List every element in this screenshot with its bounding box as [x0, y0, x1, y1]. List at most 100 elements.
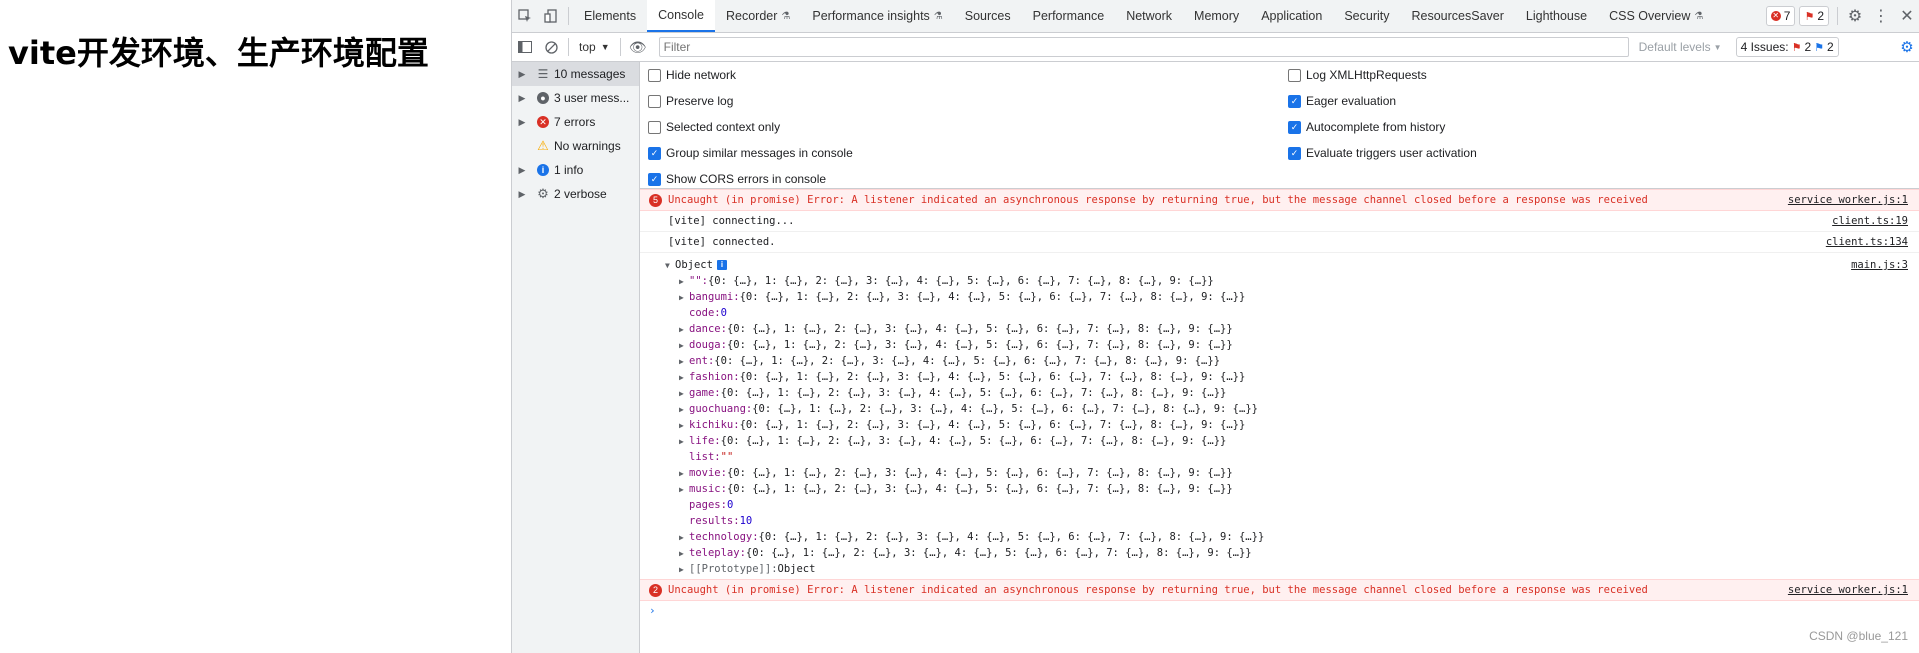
checkbox[interactable]: [1288, 68, 1301, 82]
object-property-row: code: 0: [640, 305, 1919, 321]
tab-performance[interactable]: Performance: [1022, 0, 1116, 32]
sidebar-item-info[interactable]: ▶ i 1 info: [512, 158, 639, 182]
console-prompt[interactable]: ›: [640, 601, 1919, 619]
collapsed-triangle-icon[interactable]: ▶: [679, 469, 689, 478]
live-expression-eye-icon[interactable]: 👁: [625, 31, 651, 63]
tab-recorder[interactable]: Recorder ⚗: [715, 0, 801, 32]
object-property-row[interactable]: ▶ game: {0: {…}, 1: {…}, 2: {…}, 3: {…}, …: [640, 385, 1919, 401]
tab-lighthouse[interactable]: Lighthouse: [1515, 0, 1598, 32]
setting-autocomplete-history[interactable]: ✓ Autocomplete from history: [1288, 120, 1445, 134]
checkbox[interactable]: [648, 120, 661, 134]
collapsed-triangle-icon[interactable]: ▶: [679, 437, 689, 446]
collapsed-triangle-icon[interactable]: ▶: [679, 293, 689, 302]
collapsed-triangle-icon[interactable]: ▶: [679, 357, 689, 366]
object-property-row[interactable]: ▶ dance: {0: {…}, 1: {…}, 2: {…}, 3: {…},…: [640, 321, 1919, 337]
setting-evaluate-triggers[interactable]: ✓ Evaluate triggers user activation: [1288, 146, 1477, 160]
setting-preserve-log[interactable]: Preserve log: [648, 94, 733, 108]
tab-performance-insights[interactable]: Performance insights ⚗: [801, 0, 953, 32]
collapsed-triangle-icon[interactable]: ▶: [679, 341, 689, 350]
checkbox-checked[interactable]: ✓: [1288, 94, 1301, 108]
clear-console-icon[interactable]: [538, 31, 564, 63]
source-link[interactable]: main.js:3: [1851, 259, 1908, 271]
close-icon[interactable]: ✕: [1894, 0, 1919, 32]
setting-eager-evaluation[interactable]: ✓ Eager evaluation: [1288, 94, 1396, 108]
checkbox-checked[interactable]: ✓: [1288, 120, 1301, 134]
sidebar-item-messages[interactable]: ▶ ☰ 10 messages: [512, 62, 639, 86]
checkbox-checked[interactable]: ✓: [648, 172, 661, 186]
page-heading: vite开发环境、生产环境配置: [8, 34, 429, 72]
tab-elements[interactable]: Elements: [573, 0, 647, 32]
object-property-row[interactable]: ▶ [[Prototype]]: Object: [640, 561, 1919, 577]
object-property-row[interactable]: ▶ guochuang: {0: {…}, 1: {…}, 2: {…}, 3: …: [640, 401, 1919, 417]
settings-gear-icon[interactable]: ⚙: [1842, 0, 1868, 32]
sidebar-toggle-icon[interactable]: [512, 31, 538, 63]
object-property-row[interactable]: ▶ teleplay: {0: {…}, 1: {…}, 2: {…}, 3: {…: [640, 545, 1919, 561]
collapsed-triangle-icon[interactable]: ▶: [679, 549, 689, 558]
source-link[interactable]: client.ts:19: [1832, 215, 1908, 227]
collapsed-triangle-icon[interactable]: ▶: [679, 325, 689, 334]
source-link[interactable]: service worker.js:1: [1788, 194, 1908, 206]
collapsed-triangle-icon[interactable]: ▶: [679, 373, 689, 382]
collapsed-triangle-icon[interactable]: ▶: [679, 389, 689, 398]
inspect-element-icon[interactable]: [512, 0, 538, 32]
device-toolbar-icon[interactable]: [538, 0, 564, 32]
issues-button[interactable]: 4 Issues: ⚑ 2 ⚑ 2: [1735, 37, 1839, 57]
context-selector[interactable]: top ▼: [573, 33, 616, 61]
tab-console[interactable]: Console: [647, 0, 715, 32]
tab-resourcessaver[interactable]: ResourcesSaver: [1401, 0, 1515, 32]
tab-application[interactable]: Application: [1250, 0, 1333, 32]
tab-css-overview[interactable]: CSS Overview ⚗: [1598, 0, 1714, 32]
object-property-row[interactable]: ▶ ent: {0: {…}, 1: {…}, 2: {…}, 3: {…}, 4…: [640, 353, 1919, 369]
setting-show-cors-errors[interactable]: ✓ Show CORS errors in console: [648, 172, 826, 186]
object-property-row[interactable]: ▶ bangumi: {0: {…}, 1: {…}, 2: {…}, 3: {……: [640, 289, 1919, 305]
collapsed-triangle-icon[interactable]: ▶: [679, 565, 689, 574]
more-options-icon[interactable]: ⋮: [1868, 0, 1894, 32]
setting-log-xmlhttprequests[interactable]: Log XMLHttpRequests: [1288, 68, 1427, 82]
checkbox-checked[interactable]: ✓: [648, 146, 661, 160]
sidebar-item-errors[interactable]: ▶ ✕ 7 errors: [512, 110, 639, 134]
console-settings-gear-icon[interactable]: ⚙: [1894, 31, 1919, 63]
collapsed-triangle-icon[interactable]: ▶: [679, 277, 689, 286]
object-header[interactable]: ▼ Object i main.js:3: [640, 257, 1919, 273]
object-property-row[interactable]: ▶ "": {0: {…}, 1: {…}, 2: {…}, 3: {…}, 4:…: [640, 273, 1919, 289]
tab-network[interactable]: Network: [1115, 0, 1183, 32]
collapsed-triangle-icon[interactable]: ▶: [679, 421, 689, 430]
setting-selected-context-only[interactable]: Selected context only: [648, 120, 780, 134]
sidebar-item-user-messages[interactable]: ▶ ● 3 user mess...: [512, 86, 639, 110]
error-counter-button[interactable]: ✕ 7: [1765, 6, 1796, 26]
setting-hide-network[interactable]: Hide network: [648, 68, 736, 82]
object-property-row[interactable]: ▶ kichiku: {0: {…}, 1: {…}, 2: {…}, 3: {……: [640, 417, 1919, 433]
object-property-row[interactable]: ▶ life: {0: {…}, 1: {…}, 2: {…}, 3: {…}, …: [640, 433, 1919, 449]
property-key: technology: [689, 531, 753, 543]
checkbox[interactable]: [648, 68, 661, 82]
expanded-triangle-icon[interactable]: ▼: [665, 261, 675, 270]
property-key: list: [689, 451, 715, 463]
issue-counter-button[interactable]: ⚑ 2: [1799, 6, 1829, 26]
error-icon: ✕: [537, 116, 549, 128]
tab-label: Lighthouse: [1525, 9, 1588, 23]
sidebar-item-warnings[interactable]: ⚠ No warnings: [512, 134, 639, 158]
tab-sources[interactable]: Sources: [954, 0, 1022, 32]
object-property-row[interactable]: ▶ fashion: {0: {…}, 1: {…}, 2: {…}, 3: {……: [640, 369, 1919, 385]
expand-arrow-icon: ▶: [518, 116, 526, 127]
object-property-row[interactable]: ▶ movie: {0: {…}, 1: {…}, 2: {…}, 3: {…},…: [640, 465, 1919, 481]
collapsed-triangle-icon[interactable]: ▶: [679, 533, 689, 542]
collapsed-triangle-icon[interactable]: ▶: [679, 405, 689, 414]
collapsed-triangle-icon[interactable]: ▶: [679, 485, 689, 494]
tab-memory[interactable]: Memory: [1183, 0, 1250, 32]
source-link[interactable]: client.ts:134: [1826, 236, 1908, 248]
checkbox-checked[interactable]: ✓: [1288, 146, 1301, 160]
message-text: Uncaught (in promise) Error: A listener …: [668, 194, 1648, 206]
sidebar-item-verbose[interactable]: ▶ ⚙ 2 verbose: [512, 182, 639, 206]
object-property-row[interactable]: ▶ technology: {0: {…}, 1: {…}, 2: {…}, 3:…: [640, 529, 1919, 545]
checkbox[interactable]: [648, 94, 661, 108]
tab-label: Sources: [964, 9, 1011, 23]
tab-security[interactable]: Security: [1333, 0, 1400, 32]
setting-group-similar[interactable]: ✓ Group similar messages in console: [648, 146, 853, 160]
object-property-row[interactable]: ▶ douga: {0: {…}, 1: {…}, 2: {…}, 3: {…},…: [640, 337, 1919, 353]
source-link[interactable]: service worker.js:1: [1788, 584, 1908, 596]
object-property-row[interactable]: ▶ music: {0: {…}, 1: {…}, 2: {…}, 3: {…},…: [640, 481, 1919, 497]
info-icon[interactable]: i: [716, 260, 727, 270]
filter-input[interactable]: [658, 37, 1629, 57]
log-levels-dropdown[interactable]: Default levels ▼: [1639, 40, 1722, 54]
